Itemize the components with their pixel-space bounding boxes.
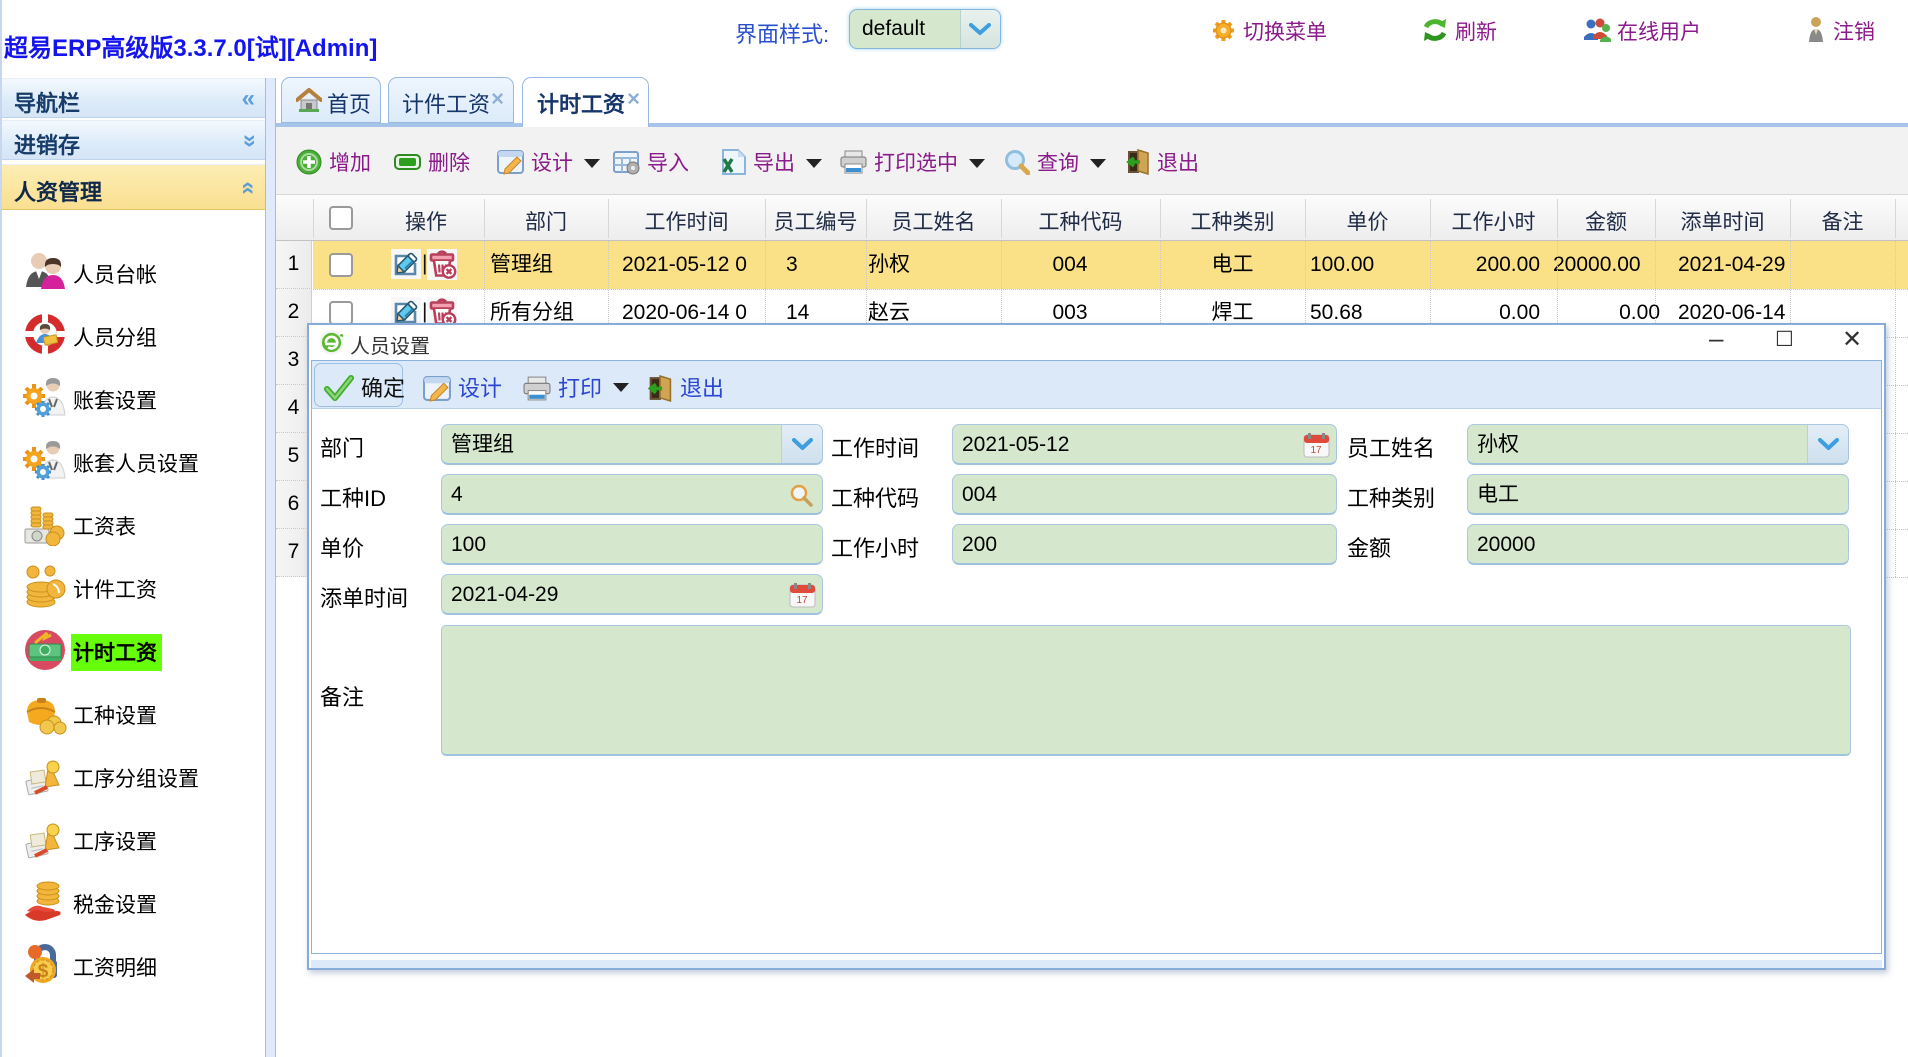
svg-text:17: 17 — [1310, 445, 1322, 456]
svg-text:17: 17 — [796, 595, 808, 606]
